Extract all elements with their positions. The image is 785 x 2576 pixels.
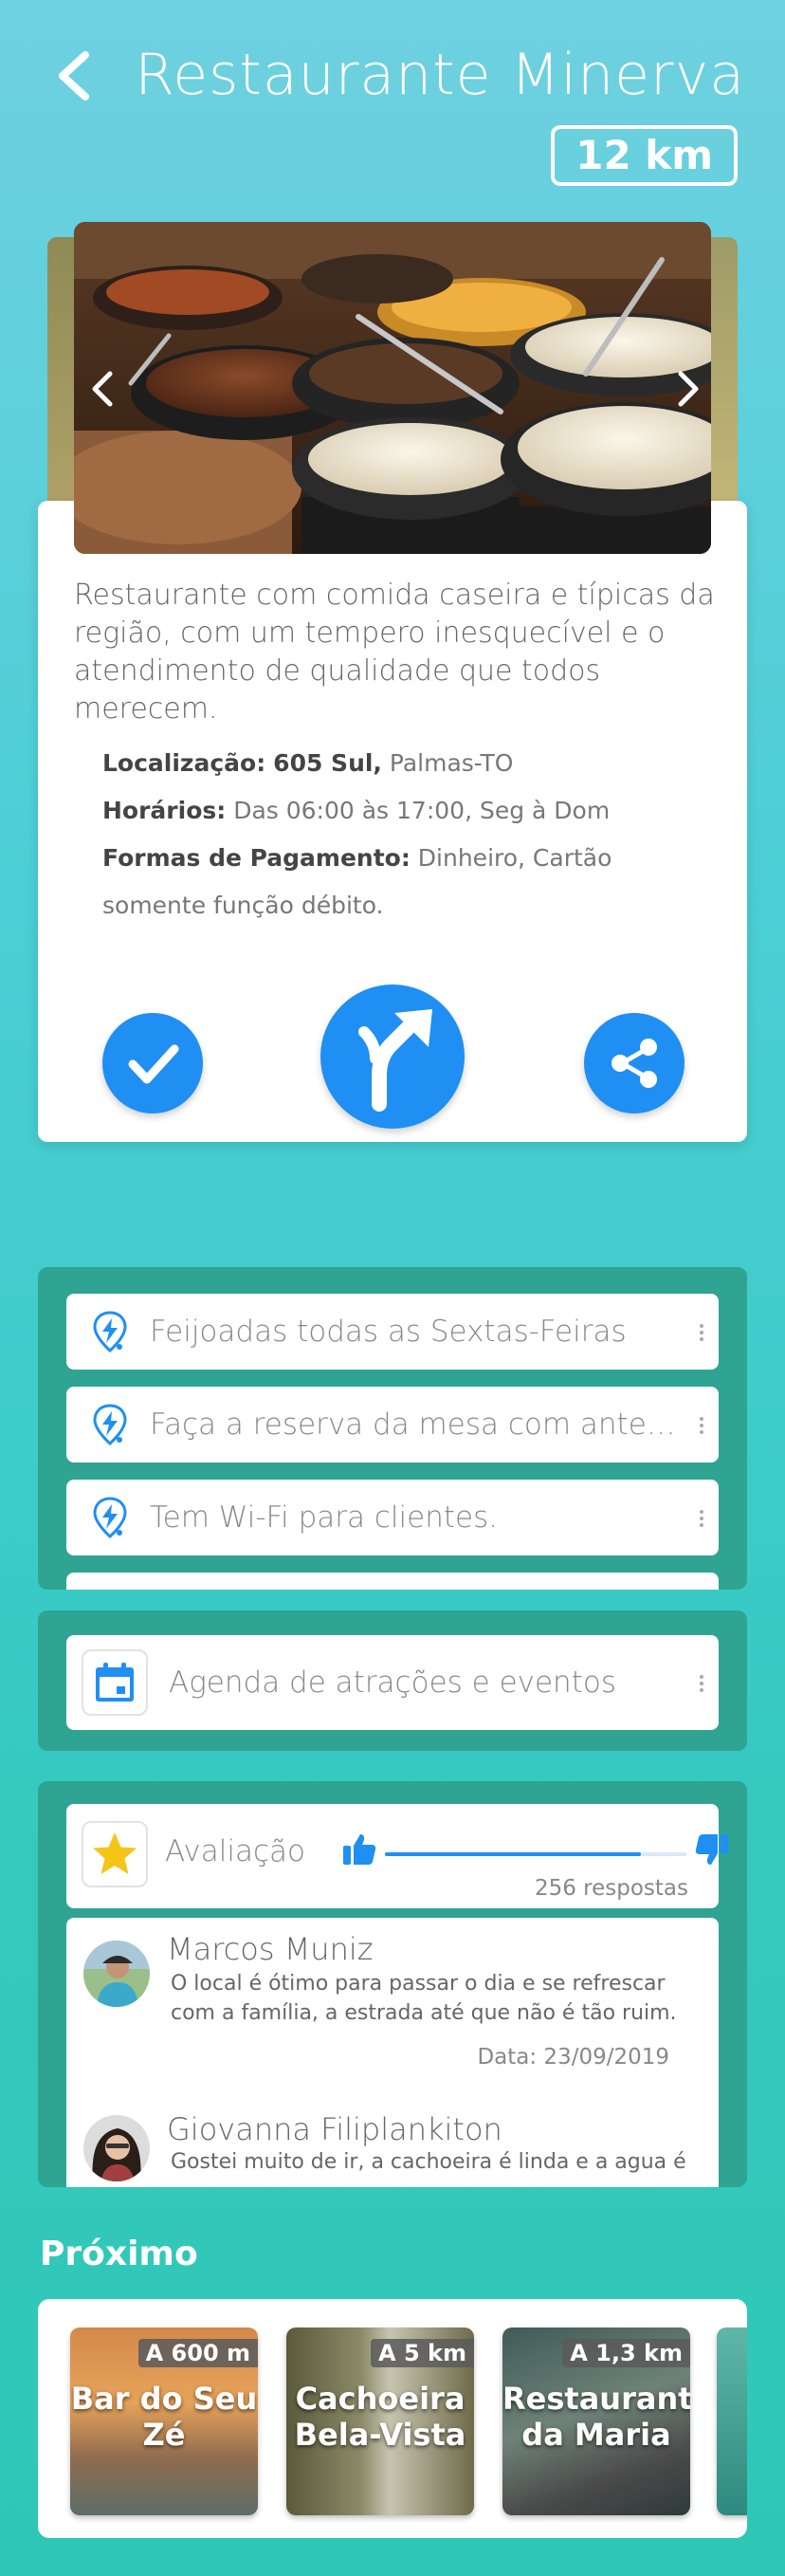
tip-text: Tem Wi-Fi para clientes.: [150, 1500, 499, 1535]
events-row[interactable]: Agenda de atrações e eventos: [66, 1635, 719, 1730]
back-button[interactable]: [47, 47, 104, 104]
route-button[interactable]: [320, 984, 465, 1129]
route-arrow-icon: [358, 1009, 432, 1112]
lightning-pin-icon: [93, 1311, 127, 1352]
comment-text: O local é ótimo para passar o dia e se r…: [171, 1972, 677, 2025]
comment-author: Marcos Muniz: [167, 1931, 374, 1967]
avatar: [83, 1941, 150, 2007]
lightning-pin-icon: [93, 1404, 127, 1445]
gallery-prev-button[interactable]: [83, 360, 121, 417]
tip-item[interactable]: Tem Wi-Fi para clientes.: [66, 1480, 719, 1555]
location-city: Palmas-TO: [389, 749, 514, 777]
share-icon: [612, 1039, 657, 1088]
distance-badge: 12 km: [551, 125, 738, 186]
dislike-button[interactable]: [694, 1832, 730, 1870]
rating-bar-fill: [385, 1852, 642, 1856]
nearby-place-card[interactable]: A 600 m Bar do Seu Zé: [70, 2328, 258, 2515]
more-options-icon[interactable]: [700, 1417, 705, 1436]
hours-info: Horários: Das 06:00 às 17:00, Seg à Dom: [102, 787, 709, 835]
page-title: Restaurante Minerva: [135, 42, 745, 108]
share-button[interactable]: [584, 1013, 685, 1113]
tip-item[interactable]: Feijoadas todas as Sextas-Feiras: [66, 1294, 719, 1370]
star-icon: [93, 1832, 137, 1874]
nearby-place-name: Bar do Seu Zé: [70, 2381, 258, 2453]
location-info: Localização: 605 Sul, Palmas-TO: [102, 740, 709, 787]
nearby-place-distance: A 5 km: [371, 2339, 474, 2367]
check-icon: [128, 1044, 179, 1084]
payment-info: Formas de Pagamento: Dinheiro, Cartão so…: [102, 835, 709, 929]
place-photo: [74, 222, 711, 554]
nearby-place-name: Cachoeira Bela-Vista: [294, 2381, 466, 2453]
chevron-left-icon: [59, 51, 89, 101]
star-icon-frame: [82, 1821, 148, 1887]
tip-item[interactable]: Faça a reserva da mesa com antecedência: [66, 1387, 719, 1463]
more-options-icon[interactable]: [700, 1510, 705, 1529]
nearby-place-name: Restaurante da Maria: [502, 2381, 690, 2453]
like-button[interactable]: [341, 1832, 377, 1870]
gallery-next-button[interactable]: [669, 360, 707, 417]
tip-text: Feijoadas todas as Sextas-Feiras: [150, 1315, 627, 1349]
calendar-icon: [96, 1663, 134, 1702]
hours-label: Horários:: [102, 797, 227, 824]
avatar: [83, 2115, 150, 2181]
place-description: Restaurante com comida caseira e típicas…: [74, 579, 715, 726]
chevron-right-icon: [678, 371, 699, 407]
tip-text: Faça a reserva da mesa com antecedência: [150, 1408, 681, 1442]
rating-panel: Avaliação 256 respostas Marcos Muniz O l…: [38, 1781, 747, 2187]
comments-list[interactable]: Marcos Muniz O local é ótimo para passar…: [66, 1918, 719, 2187]
checkin-button[interactable]: [102, 1013, 203, 1113]
tip-item-partial[interactable]: [66, 1573, 719, 1590]
events-panel: Agenda de atrações e eventos: [38, 1610, 747, 1751]
thumbs-up-icon: [343, 1834, 376, 1865]
chevron-left-icon: [92, 371, 113, 407]
rating-label: Avaliação: [165, 1834, 305, 1868]
nearby-place-card[interactable]: A 5 km Cachoeira Bela-Vista: [286, 2328, 474, 2515]
location-label: Localização:: [102, 749, 266, 777]
nearby-title: Próximo: [40, 2235, 198, 2273]
more-options-icon[interactable]: [700, 1324, 705, 1343]
events-label: Agenda de atrações e eventos: [169, 1665, 616, 1700]
nearby-place-card[interactable]: A 1,3 km Restaurante da Maria: [502, 2328, 690, 2515]
lightning-pin-icon: [93, 1497, 127, 1538]
nearby-place-distance: A 1,3 km: [562, 2339, 690, 2367]
nearby-place-card-partial[interactable]: [717, 2328, 747, 2515]
rating-row[interactable]: Avaliação 256 respostas: [66, 1804, 728, 1908]
nearby-list[interactable]: A 600 m Bar do Seu Zé A 5 km Cachoeira B…: [38, 2299, 747, 2538]
hours-value: Das 06:00 às 17:00, Seg à Dom: [233, 797, 611, 824]
comment-text: Gostei muito de ir, a cachoeira é linda …: [171, 2150, 686, 2174]
rating-responses: 256 respostas: [534, 1876, 688, 1901]
more-options-icon[interactable]: [700, 1675, 705, 1694]
comment-author: Giovanna Filiplankiton: [167, 2111, 502, 2147]
payment-label: Formas de Pagamento:: [102, 844, 411, 872]
header: Restaurante Minerva 12 km: [0, 0, 785, 199]
thumbs-down-icon: [695, 1834, 728, 1865]
comment-date: Data: 23/09/2019: [477, 2045, 669, 2070]
nearby-place-distance: A 600 m: [137, 2339, 258, 2367]
calendar-icon-frame: [82, 1649, 148, 1716]
rating-bar: [385, 1852, 686, 1856]
tips-panel: Feijoadas todas as Sextas-Feiras Faça a …: [38, 1267, 747, 1590]
location-address: 605 Sul,: [273, 749, 382, 777]
